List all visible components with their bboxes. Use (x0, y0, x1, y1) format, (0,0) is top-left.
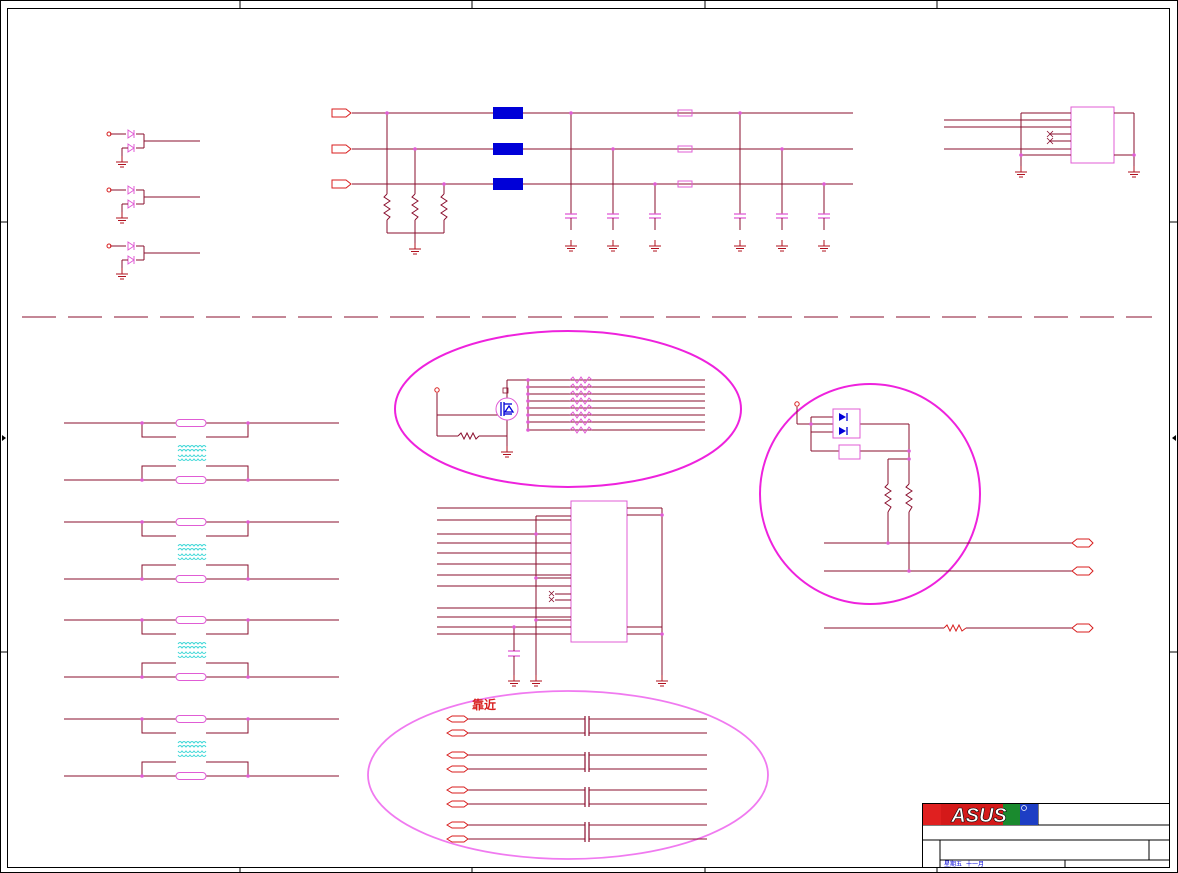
common-mode-choke-1 (64, 420, 339, 484)
asus-logo: ASUS (923, 804, 1038, 827)
tvs-diode-array-1 (107, 130, 200, 167)
title-block: ASUS 星期五 十一月 (922, 803, 1170, 868)
schematic-sheet: 靠近 ASUS 星期五 十一月 (0, 0, 1178, 873)
common-mode-choke-2 (64, 519, 339, 583)
tvs-diode-array-3 (107, 242, 200, 279)
tvs-diode-array-2 (107, 186, 200, 223)
ac-coupling-network: 靠近 (367, 690, 769, 860)
sheet-border (0, 0, 1178, 873)
input-filter-network (331, 107, 853, 255)
date-value: 十一月 (966, 860, 984, 868)
connector-header (944, 106, 1141, 178)
common-mode-choke-3 (64, 617, 339, 681)
common-mode-choke-4 (64, 716, 339, 780)
asus-logo-text: ASUS (950, 805, 1007, 827)
mosfet-switch-circuit (394, 330, 742, 488)
near-note: 靠近 (472, 697, 496, 712)
date-label: 星期五 (944, 860, 962, 868)
center-ic (437, 500, 669, 687)
esd-protection-circuit (759, 383, 1094, 633)
